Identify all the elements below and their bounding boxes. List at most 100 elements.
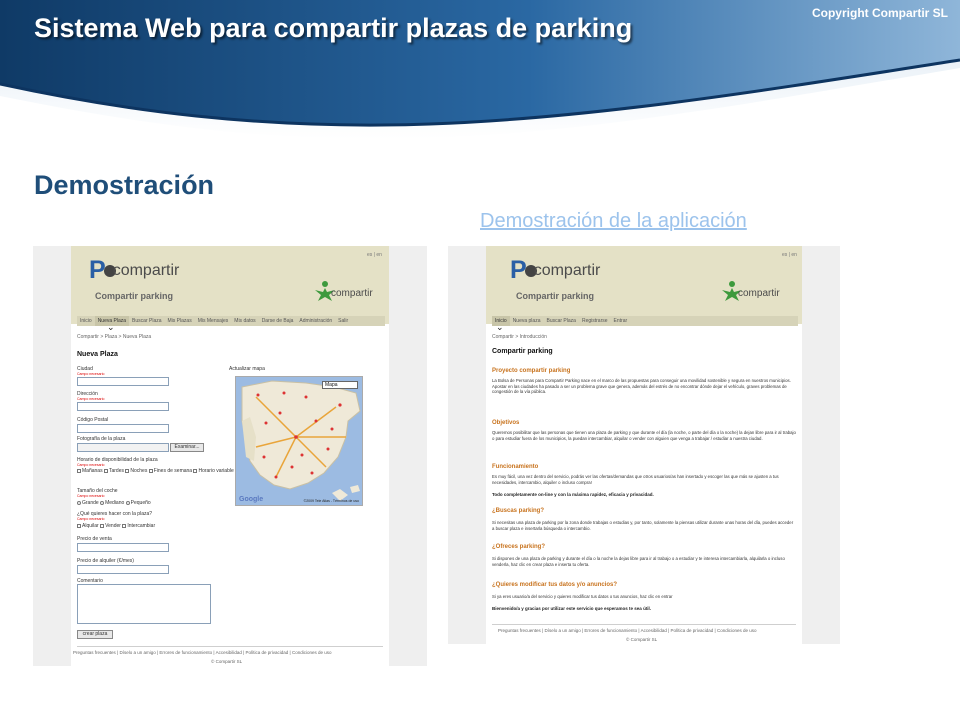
footer-links[interactable]: Preguntas frecuentes | Díselo a un amigo… <box>73 650 332 655</box>
option-fines-de-semana: Fines de semana <box>153 468 193 474</box>
section-title: Demostración <box>34 170 215 200</box>
ciudad-input[interactable] <box>77 377 169 386</box>
checkbox-noches[interactable] <box>125 468 130 473</box>
tamano-options: Grande Mediano Pequeño <box>77 500 151 506</box>
map-type-select[interactable]: Mapa <box>322 381 358 389</box>
checkbox-tardes[interactable] <box>103 468 108 473</box>
option-grande: Grande <box>82 500 99 506</box>
option-horario-variable: Horario variable <box>198 468 234 474</box>
brand-logo: compartir <box>313 280 373 307</box>
crear-plaza-button[interactable]: crear plaza <box>77 630 113 639</box>
nav-item-registrarse[interactable]: Registrarse <box>579 316 611 326</box>
horario-options: Mañanas Tardes Noches Fines de semana Ho… <box>77 468 234 474</box>
nav-item-nueva-plaza[interactable]: Nueva plaza <box>510 316 544 326</box>
nav-item-darse-de-baja[interactable]: Darse de Baja <box>259 316 297 326</box>
section-bold-modificar: Bienvenido/a y gracias por utilizar este… <box>492 606 652 611</box>
label-fotografia: Fotografía de la plaza <box>77 436 126 442</box>
section-bold-funcionamiento: Todo completamente on-line y con la máxi… <box>492 492 654 497</box>
chevron-down-icon: ⌄ <box>107 322 115 332</box>
nav-item-mis-datos[interactable]: Mis datos <box>231 316 258 326</box>
label-precio-alquiler: Precio de alquiler (€/mes) <box>77 558 134 564</box>
google-logo: Google <box>239 496 264 503</box>
que-hacer-options: Alquilar Vender Intercambiar <box>77 523 155 529</box>
precio-alquiler-input[interactable] <box>77 565 169 574</box>
required-note-ciudad: Campo necesario <box>77 372 105 376</box>
copyright-text: Copyright Compartir SL <box>811 6 948 20</box>
site-logo[interactable]: Pcompartir <box>89 258 179 283</box>
demo-app-link[interactable]: Demostración de la aplicación <box>480 210 747 233</box>
option-noches: Noches <box>130 468 148 474</box>
radio-mediano[interactable] <box>100 500 105 505</box>
brand-logo: compartir <box>720 280 780 307</box>
map-terms[interactable]: ©2009 Tele Atlas - Términos de uso <box>304 499 359 503</box>
nav-item-mis-plazas[interactable]: Mis Plazas <box>165 316 195 326</box>
screenshot-introduccion: es | en Pcompartir Compartir parking com… <box>448 246 840 644</box>
checkbox-vender[interactable] <box>100 523 105 528</box>
option-pequeno: Pequeño <box>130 500 151 506</box>
label-precio-venta: Precio de venta <box>77 536 112 542</box>
breadcrumb: Compartir > Plaza > Nueva Plaza <box>77 334 152 340</box>
footer-copyright: © Compartir SL <box>626 637 658 642</box>
foto-file-input[interactable] <box>77 443 169 452</box>
spain-map[interactable]: Mapa Google ©2009 Tele Atlas - Términos … <box>235 376 363 506</box>
option-mananas: Mañanas <box>82 468 103 474</box>
direccion-input[interactable] <box>77 402 169 411</box>
radio-pequeno[interactable] <box>125 500 130 505</box>
footer-divider <box>492 624 796 625</box>
examinar-button[interactable]: Examinar... <box>170 443 204 452</box>
nav-item-inicio[interactable]: Inicio <box>77 316 95 326</box>
section-title-funcionamiento: Funcionamiento <box>492 464 539 470</box>
required-note-horario: Campo necesario <box>77 463 105 467</box>
section-text-ofreces: Si dispones de una plaza de parking y du… <box>492 556 785 567</box>
site-logo[interactable]: Pcompartir <box>510 258 600 283</box>
radio-grande[interactable] <box>77 500 81 505</box>
checkbox-intercambiar[interactable] <box>122 523 127 528</box>
slide-header-band: Sistema Web para compartir plazas de par… <box>0 0 960 150</box>
nav-item-mis-mensajes[interactable]: Mis Mensajes <box>195 316 232 326</box>
language-switch[interactable]: es | en <box>367 252 382 258</box>
section-text-proyecto: La Bolsa de Personas para Compartir Park… <box>492 378 791 395</box>
section-text-objetivos: Queremos posibilitar que las personas qu… <box>492 430 796 441</box>
checkbox-alquilar[interactable] <box>77 523 81 528</box>
nav-item-entrar[interactable]: Entrar <box>611 316 631 326</box>
codigo-postal-input[interactable] <box>77 424 169 433</box>
footer-divider <box>77 646 383 647</box>
page-margin-left <box>33 246 71 666</box>
section-title-modificar: ¿Quieres modificar tus datos y/o anuncio… <box>492 582 618 588</box>
label-codigo-postal: Código Postal <box>77 417 109 423</box>
nav-item-buscar-plaza[interactable]: Buscar Plaza <box>543 316 578 326</box>
brand-word: compartir <box>738 288 780 299</box>
language-switch[interactable]: es | en <box>782 252 797 258</box>
comentario-textarea[interactable] <box>77 584 211 624</box>
required-note-que-hacer: Campo necesario <box>77 517 105 521</box>
site-tagline: Compartir parking <box>95 291 174 301</box>
breadcrumb: Compartir > Introducción <box>492 334 547 340</box>
option-alquilar: Alquilar <box>82 523 99 529</box>
nav-item-administracion[interactable]: Administración <box>296 316 335 326</box>
option-mediano: Mediano <box>105 500 125 506</box>
section-title-buscas: ¿Buscas parking? <box>492 508 545 514</box>
chevron-down-icon: ⌄ <box>496 322 504 332</box>
map-update-label[interactable]: Actualizar mapa <box>229 366 265 372</box>
required-note-direccion: Campo necesario <box>77 397 105 401</box>
section-text-funcionamiento: Es muy fácil, una vez dentro del servici… <box>492 474 779 485</box>
option-intercambiar: Intercambiar <box>127 523 156 529</box>
section-title-proyecto: Proyecto compartir parking <box>492 368 571 374</box>
spain-map-graphic <box>241 380 361 501</box>
required-note-tamano: Campo necesario <box>77 494 105 498</box>
precio-venta-input[interactable] <box>77 543 169 552</box>
site-tagline: Compartir parking <box>516 291 595 301</box>
main-nav: Inicio Nueva Plaza Buscar Plaza Mis Plazas M… <box>77 316 385 326</box>
checkbox-fines-de-semana[interactable] <box>148 468 153 473</box>
brand-word: compartir <box>331 288 373 299</box>
screenshot-nueva-plaza: es | en Pcompartir Compartir parking com… <box>33 246 427 666</box>
checkbox-mananas[interactable] <box>77 468 81 473</box>
footer-links[interactable]: Preguntas frecuentes | Díselo a un amigo… <box>498 628 757 633</box>
nav-item-buscar-plaza[interactable]: Buscar Plaza <box>129 316 164 326</box>
option-vender: Vender <box>105 523 121 529</box>
checkbox-horario-variable[interactable] <box>193 468 198 473</box>
logo-word: compartir <box>112 262 180 279</box>
slide-title: Sistema Web para compartir plazas de par… <box>34 13 633 43</box>
nav-item-salir[interactable]: Salir <box>335 316 351 326</box>
section-text-modificar: Si ya eres usuario/a del servicio y quie… <box>492 594 673 599</box>
